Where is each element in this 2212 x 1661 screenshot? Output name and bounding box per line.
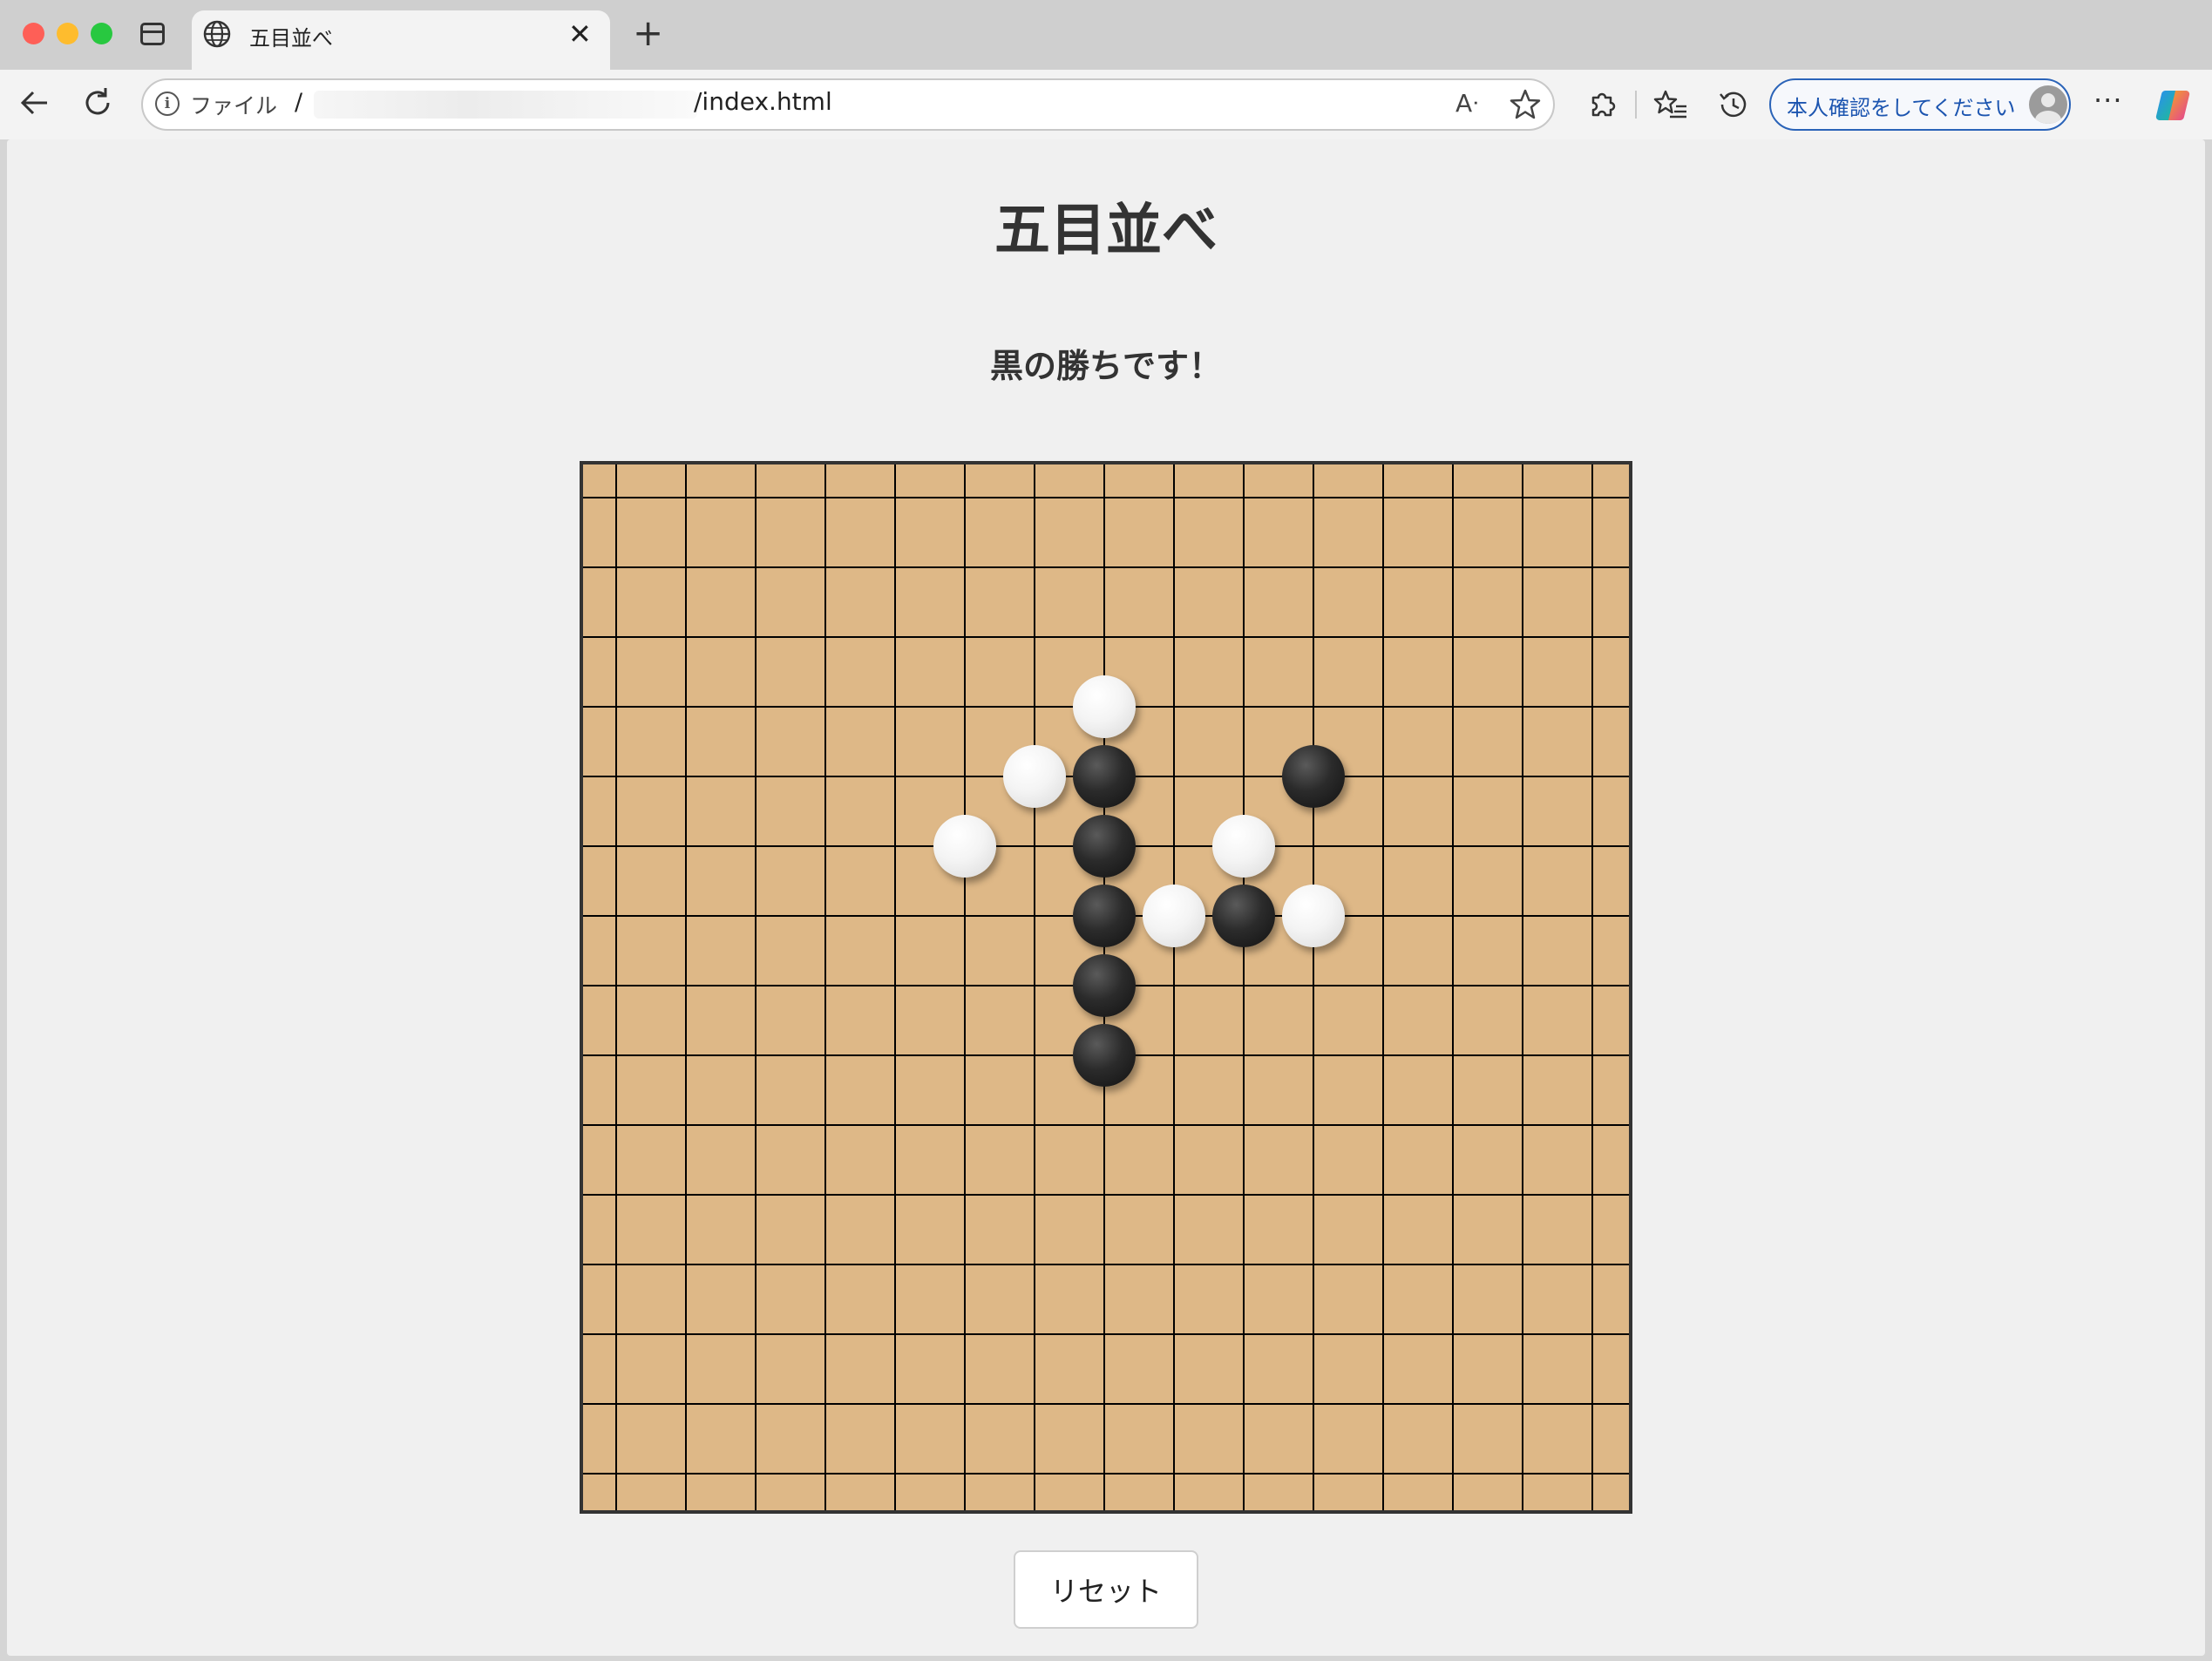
sign-in-label: 本人確認をしてください	[1787, 96, 2016, 120]
black-stone	[1282, 745, 1345, 808]
white-stone	[1282, 885, 1345, 947]
copilot-icon[interactable]	[2153, 85, 2193, 125]
security-label: ファイル	[190, 93, 278, 119]
game-board[interactable]	[580, 461, 1632, 1514]
read-aloud-icon[interactable]: Aᐧ	[1455, 89, 1478, 118]
black-stone	[1073, 815, 1136, 878]
page-title: 五目並べ	[994, 199, 1218, 263]
info-icon[interactable]: i	[155, 92, 180, 116]
black-stone	[1073, 745, 1136, 808]
url-text[interactable]: /index.html	[694, 87, 832, 116]
person-icon	[2035, 93, 2061, 124]
url-redacted	[314, 91, 697, 119]
history-icon[interactable]	[1715, 87, 1750, 122]
white-stone	[1003, 745, 1066, 808]
reset-button[interactable]: リセット	[1014, 1550, 1198, 1629]
tab-title: 五目並べ	[249, 26, 333, 51]
toolbar-separator	[1635, 91, 1637, 119]
black-stone	[1073, 1024, 1136, 1087]
tab-close-icon[interactable]: ✕	[568, 17, 592, 51]
black-stone	[1073, 885, 1136, 947]
globe-icon	[203, 20, 231, 48]
more-icon[interactable]: ···	[2093, 84, 2123, 117]
favorites-icon[interactable]	[1652, 87, 1689, 122]
minimize-window-button[interactable]	[57, 23, 78, 44]
url-prefix: /	[295, 89, 303, 116]
close-window-button[interactable]	[23, 23, 44, 44]
new-tab-button[interactable]: +	[633, 14, 663, 52]
black-stone	[1073, 954, 1136, 1017]
avatar[interactable]	[2029, 85, 2067, 124]
black-stone	[1212, 885, 1275, 947]
white-stone	[1143, 885, 1205, 947]
reload-icon[interactable]	[78, 84, 117, 122]
sidebar-toggle-icon[interactable]	[140, 23, 165, 45]
extensions-icon[interactable]	[1584, 87, 1619, 122]
game-status: 黒の勝ちです！	[989, 347, 1222, 385]
maximize-window-button[interactable]	[91, 23, 112, 44]
white-stone	[1212, 815, 1275, 878]
white-stone	[1073, 675, 1136, 738]
star-icon[interactable]	[1508, 87, 1543, 122]
back-arrow-icon[interactable]	[16, 84, 54, 122]
white-stone	[933, 815, 996, 878]
